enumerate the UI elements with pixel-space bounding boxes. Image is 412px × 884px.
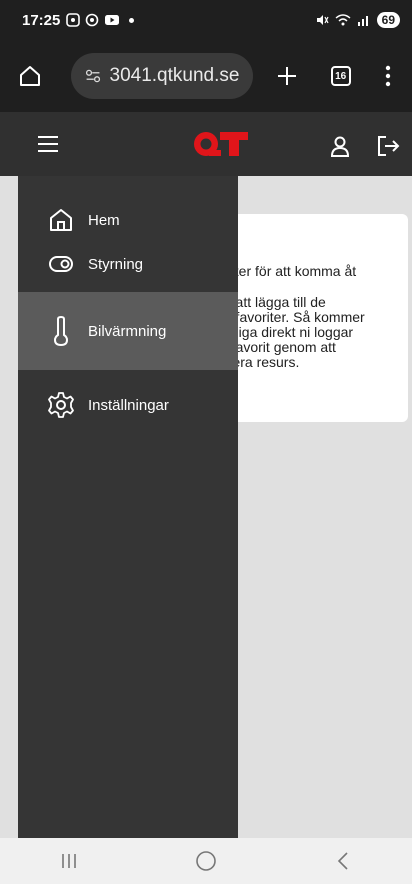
url-text: 3041.qtkund.se — [109, 65, 240, 86]
system-nav-bar — [0, 838, 412, 884]
nav-item-label: Hem — [88, 211, 120, 229]
home-circle-icon — [196, 851, 216, 871]
logout-icon — [378, 136, 400, 156]
recents-icon — [61, 854, 76, 868]
youtube-icon — [105, 15, 120, 25]
status-bar: 17:25 69 — [0, 0, 412, 40]
qt-logo — [194, 132, 248, 156]
navigation-drawer: Hem Styrning Bilvärmning Inställningar — [18, 176, 238, 838]
back-button[interactable] — [313, 841, 373, 881]
system-icons: 69 — [315, 12, 400, 28]
more-vert-icon — [385, 65, 391, 87]
card-text-line: ngliga direkt ni loggar — [220, 324, 354, 340]
recents-button[interactable] — [39, 841, 99, 881]
card-text-line: rdera resurs. — [220, 354, 300, 370]
gear-icon — [46, 390, 76, 420]
user-profile-button[interactable] — [322, 128, 358, 164]
tab-count: 16 — [330, 66, 351, 86]
home-button[interactable] — [10, 56, 49, 96]
card-text-line: n favorit genom att — [220, 339, 336, 355]
nav-item-label: Styrning — [88, 255, 144, 273]
new-tab-button[interactable] — [267, 56, 306, 96]
signal-icon — [357, 16, 368, 26]
nav-item-hem[interactable]: Hem — [18, 200, 238, 240]
nav-item-label: Bilvärmning — [88, 322, 167, 340]
nav-item-installningar[interactable]: Inställningar — [18, 384, 238, 426]
app-header — [0, 112, 412, 176]
nav-item-styrning[interactable]: Styrning — [18, 244, 238, 284]
thermometer-icon — [46, 316, 76, 346]
nav-item-bilvarmning[interactable]: Bilvärmning — [18, 292, 238, 370]
wifi-icon — [335, 14, 351, 26]
card-text-line: aster för att komma åt — [220, 263, 357, 279]
site-settings-icon — [86, 69, 101, 83]
plus-icon — [278, 67, 297, 85]
user-icon — [330, 136, 350, 157]
nav-item-label: Inställningar — [88, 396, 169, 414]
battery-badge: 69 — [376, 12, 400, 28]
toggle-icon — [46, 249, 76, 279]
app-notification-icon — [86, 13, 99, 27]
tab-switcher-button[interactable]: 16 — [321, 56, 360, 96]
notification-icons — [66, 13, 135, 27]
menu-toggle-button[interactable] — [28, 128, 68, 160]
logout-button[interactable] — [370, 128, 406, 164]
card-text-line: m att lägga till de — [220, 294, 326, 310]
back-icon — [338, 852, 348, 870]
dot-icon — [129, 17, 135, 23]
card-text-line: m favoriter. Så kommer — [220, 309, 365, 325]
home-icon — [46, 205, 76, 235]
hamburger-icon — [38, 136, 58, 152]
browser-menu-button[interactable] — [374, 56, 402, 96]
address-bar[interactable]: 3041.qtkund.se — [71, 53, 254, 99]
browser-toolbar: 3041.qtkund.se 16 — [0, 40, 412, 112]
mute-icon — [316, 15, 329, 25]
home-nav-button[interactable] — [176, 841, 236, 881]
screenshot-icon — [66, 13, 81, 27]
status-time: 17:25 — [22, 11, 61, 29]
home-outline-icon — [19, 66, 40, 86]
